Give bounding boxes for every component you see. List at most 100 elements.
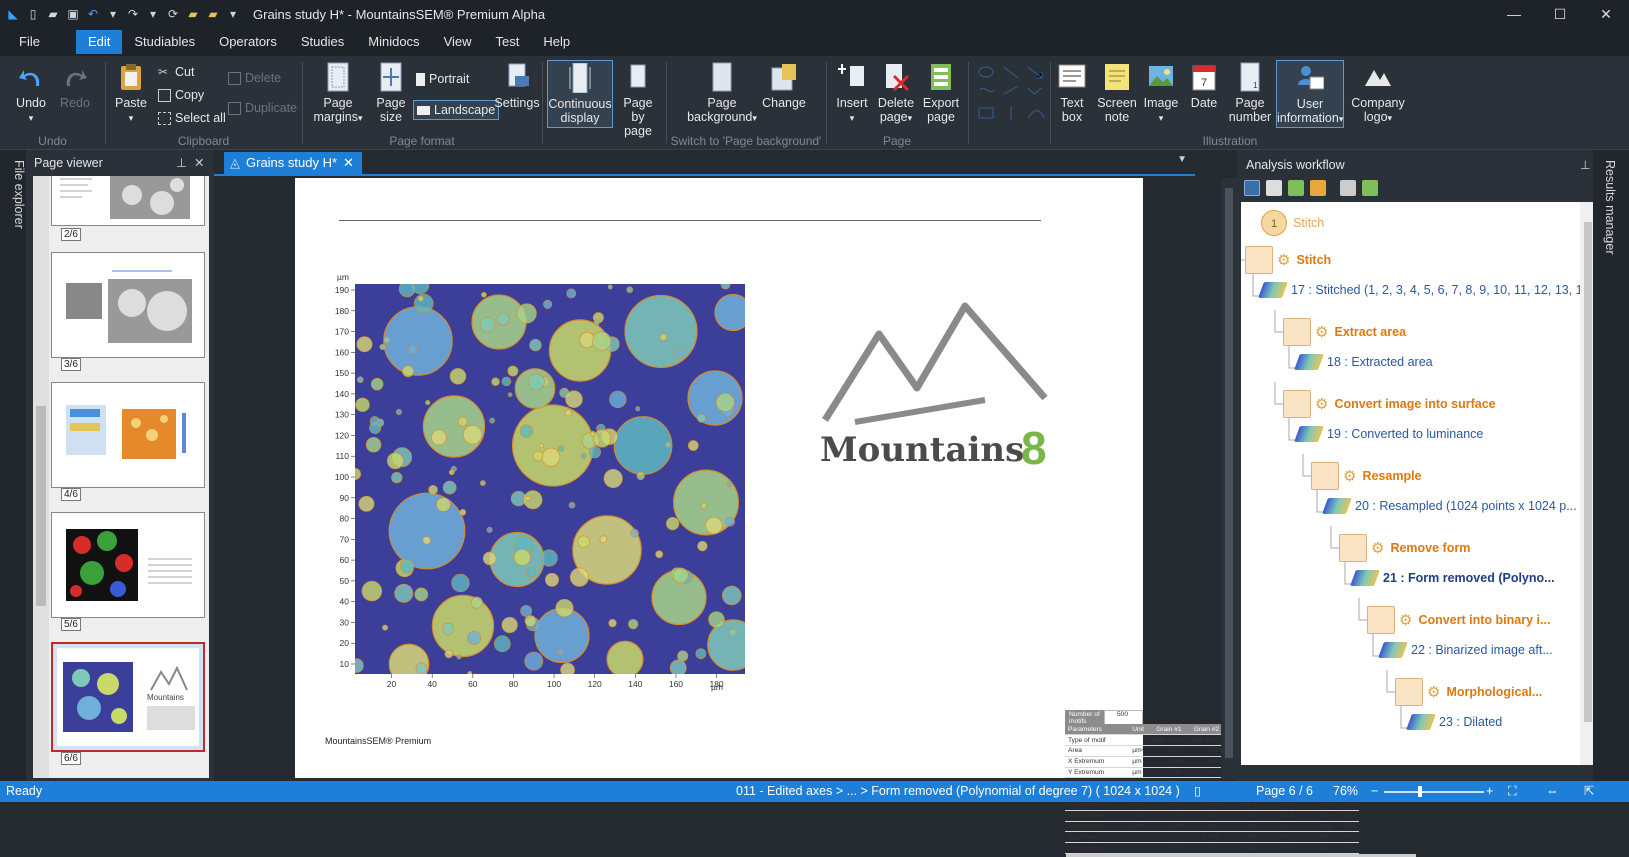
menu-edit[interactable]: Edit [75, 30, 123, 54]
studiable-filter-icon[interactable] [1288, 180, 1304, 196]
workflow-operator[interactable]: ⚙ Convert into binary i... [1367, 606, 1550, 634]
thumbnail-page-4[interactable] [51, 382, 205, 488]
grain [659, 333, 667, 341]
thumbnail-page-2[interactable] [51, 176, 205, 226]
dropdown-icon[interactable]: ▾ [146, 7, 160, 21]
menu-studies[interactable]: Studies [289, 30, 356, 54]
menu-help[interactable]: Help [531, 30, 582, 54]
menu-studiables[interactable]: Studiables [122, 30, 207, 54]
minimize-button[interactable]: — [1491, 0, 1537, 28]
file-explorer-tab[interactable]: File explorer [0, 150, 26, 781]
continuous-display-button[interactable]: Continuous display [547, 60, 613, 128]
fit-width-icon[interactable]: ⇔ [1546, 781, 1559, 802]
grain [525, 495, 531, 501]
thumbnail-page-5[interactable] [51, 512, 205, 618]
page-thumbnails[interactable]: 2/6 3/6 4/6 5/6 Mountains 6/6 [33, 176, 209, 778]
grain [519, 424, 534, 438]
page-by-page-button[interactable]: Page by page [616, 62, 660, 138]
customize-icon[interactable]: ▾ [226, 7, 240, 21]
grain [697, 414, 706, 423]
folder-icon[interactable]: ▰ [186, 7, 200, 21]
undo-icon[interactable]: ↶ [86, 7, 100, 21]
fit-page-icon[interactable]: ⛶ [1508, 781, 1517, 802]
redo-icon[interactable]: ↷ [126, 7, 140, 21]
open-icon[interactable]: ▰ [46, 7, 60, 21]
workflow-operator[interactable]: ⚙ Remove form [1339, 534, 1470, 562]
y-tick-label: 140 [335, 389, 349, 399]
grain [665, 441, 672, 448]
menu-minidocs[interactable]: Minidocs [356, 30, 431, 54]
zoom-slider[interactable] [1384, 791, 1484, 793]
menu-test[interactable]: Test [484, 30, 532, 54]
workflow-studiable[interactable]: 17 : Stitched (1, 2, 3, 4, 5, 6, 7, 8, 9… [1258, 282, 1580, 298]
logo-text: Mountains [820, 430, 1024, 470]
table-cell: 200 [1184, 756, 1223, 768]
grain [613, 416, 673, 475]
workflow-studiable[interactable]: 19 : Converted to luminance [1294, 426, 1483, 442]
table-cell: Roundness [1065, 831, 1130, 844]
workflow-studiable[interactable]: 20 : Resampled (1024 points x 1024 p... [1322, 498, 1577, 514]
save-icon[interactable]: ▣ [66, 7, 80, 21]
thumbnails-scrollbar[interactable] [33, 176, 49, 778]
grain [501, 616, 518, 634]
new-icon[interactable]: ▯ [26, 7, 40, 21]
operator-filter-icon[interactable] [1310, 180, 1326, 196]
close-panel-icon[interactable]: ✕ [194, 153, 204, 173]
x-tick-label: 140 [628, 679, 642, 689]
zoom-out-button[interactable]: − [1371, 781, 1378, 802]
workflow-studiable[interactable]: 23 : Dilated [1406, 714, 1502, 730]
workflow-item-label: Resample [1362, 469, 1422, 483]
menu-file[interactable]: File [7, 30, 52, 54]
menu-operators[interactable]: Operators [207, 30, 289, 54]
zoom-slider-thumb[interactable] [1418, 786, 1422, 797]
options-icon[interactable] [1362, 180, 1378, 196]
close-button[interactable]: ✕ [1583, 0, 1629, 28]
table-row: Max diameter µm 276 8.19 21.6 12.7 16.8 9.54 [1065, 821, 1359, 833]
display-icon[interactable] [1340, 180, 1356, 196]
workflow-operator[interactable]: ⚙ Stitch [1245, 246, 1331, 274]
results-manager-tab[interactable]: Results manager [1593, 150, 1629, 781]
grain [470, 596, 483, 609]
fit-all-icon[interactable]: ⇱ [1584, 781, 1594, 802]
operator-icon [1283, 318, 1311, 346]
zoom-in-button[interactable]: + [1486, 781, 1493, 802]
document-scrollbar[interactable] [1221, 178, 1237, 779]
document-icon: ◬ [230, 155, 240, 170]
pin-icon[interactable]: ⊥ [176, 153, 187, 173]
thumbnail-page-6[interactable]: Mountains [51, 642, 205, 752]
x-tick-label: 20 [387, 679, 397, 689]
workflow-studiable[interactable]: 18 : Extracted area [1294, 354, 1433, 370]
tab-list-dropdown[interactable]: ▼ [1177, 154, 1187, 165]
workflow-item-label: Convert into binary i... [1418, 613, 1551, 627]
dropdown-icon[interactable]: ▾ [106, 7, 120, 21]
table-cell: Type of motif [1065, 734, 1130, 747]
workflow-tree[interactable]: 1 Stitch ⚙ Stitch 17 : Stitched (1, 2, 3, 4,… [1241, 202, 1580, 765]
workflow-operator[interactable]: ⚙ Morphological... [1395, 678, 1542, 706]
grain [708, 611, 725, 628]
thumbnail-page-3[interactable] [51, 252, 205, 358]
menu-view[interactable]: View [432, 30, 484, 54]
pin-icon[interactable]: ⊥ [1580, 158, 1590, 172]
page-icon[interactable]: ▯ [1194, 781, 1201, 802]
workflow-operator[interactable]: ⚙ Resample [1311, 462, 1422, 490]
workflow-studiable[interactable]: 21 : Form removed (Polyno... [1350, 570, 1555, 586]
page-by-page-icon [630, 64, 646, 88]
document-tab-bar: ◬ Grains study H* ✕ ▼ [214, 150, 1195, 176]
refresh-icon[interactable]: ⟳ [166, 7, 180, 21]
table-cell: 20.1 [1184, 745, 1223, 757]
export-icon[interactable]: ▰ [206, 7, 220, 21]
document-tab[interactable]: ◬ Grains study H* ✕ [224, 152, 362, 174]
list-view-icon[interactable] [1266, 180, 1282, 196]
shapes-gallery[interactable] [976, 64, 1046, 126]
report-page[interactable]: 190 180 170 160 150 140 130 120 110 100 90 80 70 60 50… [295, 178, 1416, 857]
grain-image-plot[interactable]: 190 180 170 160 150 140 130 120 110 100 90 80 70 60 50… [315, 272, 745, 692]
close-tab-icon[interactable]: ✕ [343, 152, 354, 174]
workflow-studiable[interactable]: 22 : Binarized image aft... [1378, 642, 1553, 658]
grain [560, 662, 575, 674]
workflow-item-label: Convert image into surface [1334, 397, 1496, 411]
workflow-operator[interactable]: ⚙ Convert image into surface [1283, 390, 1496, 418]
workflow-step[interactable]: 1 Stitch [1261, 210, 1324, 236]
maximize-button[interactable]: ☐ [1537, 0, 1583, 28]
tree-view-icon[interactable] [1244, 180, 1260, 196]
workflow-operator[interactable]: ⚙ Extract area [1283, 318, 1406, 346]
